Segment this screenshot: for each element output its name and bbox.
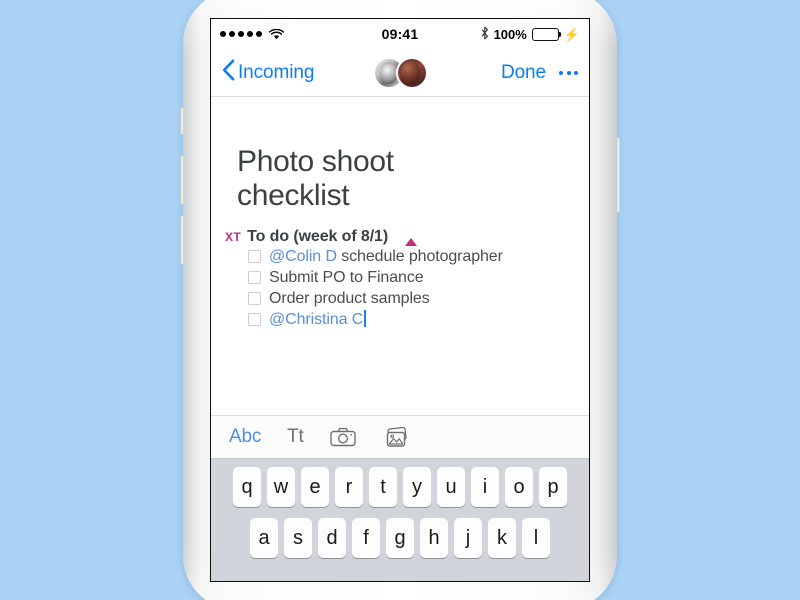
key-q[interactable]: q [233,467,261,507]
key-w[interactable]: w [267,467,295,507]
list-item-text: schedule photographer [336,247,503,265]
camera-icon[interactable] [329,427,356,447]
list-item[interactable]: @Colin D schedule photographer [248,238,575,267]
ellipsis-icon[interactable] [559,67,578,79]
back-label: Incoming [238,61,315,83]
key-t[interactable]: t [369,467,397,507]
key-o[interactable]: o [505,467,533,507]
key-e[interactable]: e [301,467,329,507]
volume-up-button[interactable] [180,156,184,204]
key-i[interactable]: i [471,467,499,507]
format-toolbar: Abc Tt [211,415,589,459]
back-button[interactable]: Incoming [222,59,314,86]
key-p[interactable]: p [539,467,567,507]
text-style-tt-button[interactable]: Tt [287,426,304,448]
chevron-left-icon [222,59,235,86]
key-f[interactable]: f [352,518,380,558]
checkbox[interactable] [248,271,261,285]
key-s[interactable]: s [284,518,312,558]
status-bar: 09:41 100% ⚡ [211,19,589,49]
key-r[interactable]: r [335,467,363,507]
on-screen-keyboard[interactable]: qwertyuiop asdfghjkl [211,459,589,581]
text-cursor [364,310,367,328]
note-body[interactable]: Photo shoot checklist XT To do (week of … [211,97,589,415]
keyboard-row-1: qwertyuiop [214,467,586,507]
done-button[interactable]: Done [501,62,546,84]
list-item-label: @Colin D schedule photographer [269,248,503,266]
list-item[interactable]: @Christina C [248,309,575,330]
key-a[interactable]: a [250,518,278,558]
checkbox[interactable] [248,250,261,264]
checkbox[interactable] [248,313,261,327]
phone-screen: 09:41 100% ⚡ Incoming Done Photo shoot c… [210,18,590,582]
list-item-label: @Christina C [269,310,367,329]
list-item[interactable]: Order product samples [248,288,575,309]
list-item-label: Submit PO to Finance [269,268,424,286]
nav-bar: Incoming Done [211,49,589,97]
mention-token[interactable]: @Christina C [269,311,363,328]
list-item-label: Order product samples [269,289,430,307]
checkbox[interactable] [248,292,261,306]
key-u[interactable]: u [437,467,465,507]
checklist-heading: To do (week of 8/1) [247,228,389,246]
collaborator-avatars[interactable] [366,56,434,90]
key-g[interactable]: g [386,518,414,558]
battery-icon [531,27,562,41]
text-style-abc-button[interactable]: Abc [229,426,261,448]
collaborator-initials-tag: XT [225,230,242,245]
key-h[interactable]: h [420,518,448,558]
collaborator-caret-marker [405,238,417,247]
nav-bar-right: Done [501,62,578,84]
phone-device: 09:41 100% ⚡ Incoming Done Photo shoot c… [180,0,620,600]
volume-down-button[interactable] [180,216,184,264]
key-j[interactable]: j [454,518,482,558]
photos-library-icon[interactable] [382,426,410,448]
mention-token[interactable]: @Colin D [269,248,337,265]
list-item[interactable]: Submit PO to Finance [248,267,575,288]
key-k[interactable]: k [488,518,516,558]
key-y[interactable]: y [403,467,431,507]
checklist: XT To do (week of 8/1) @Colin D schedule… [211,228,589,330]
power-button[interactable] [616,138,620,212]
avatar[interactable] [395,56,428,89]
checklist-heading-row: XT To do (week of 8/1) [225,228,575,246]
keyboard-row-2: asdfghjkl [214,518,586,558]
key-d[interactable]: d [318,518,346,558]
page-title: Photo shoot checklist [237,145,394,212]
silent-switch-button[interactable] [180,108,184,134]
key-l[interactable]: l [522,518,550,558]
